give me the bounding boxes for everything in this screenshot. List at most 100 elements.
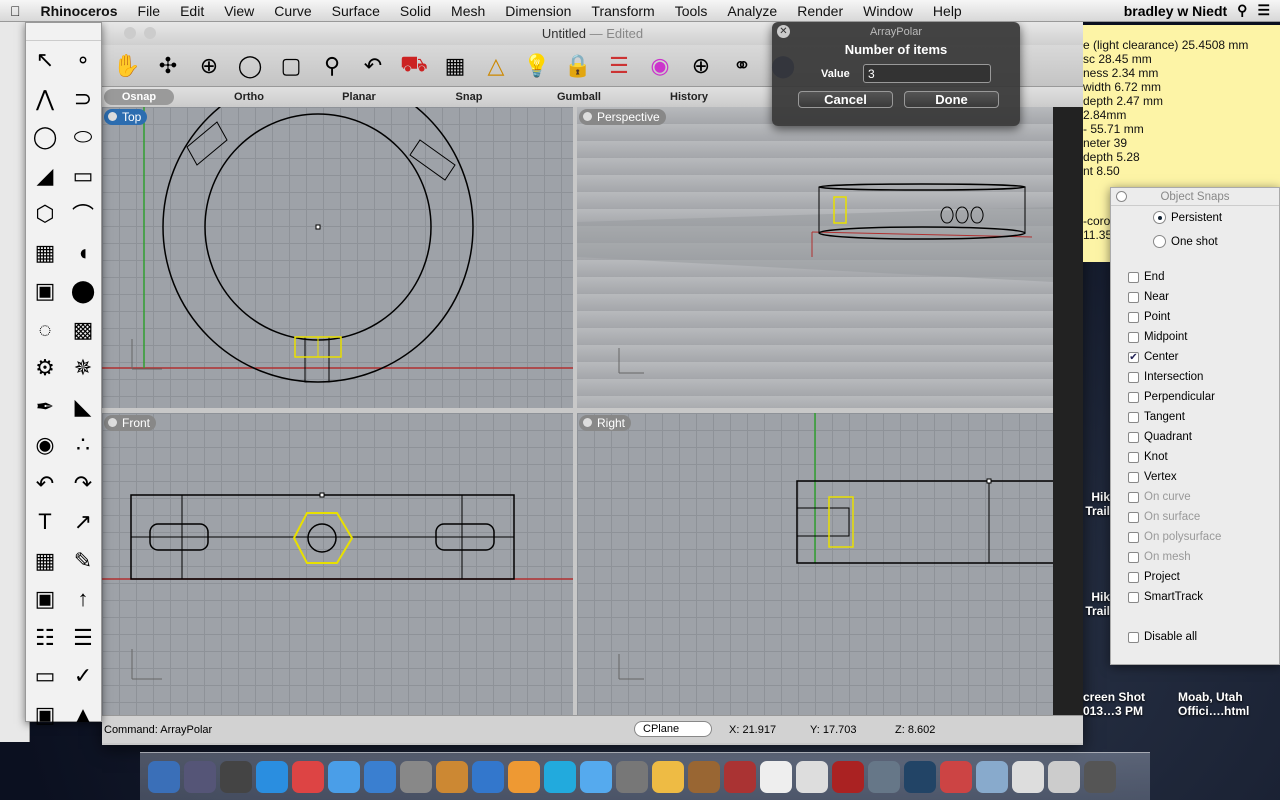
snap-vertex[interactable]: Vertex	[1128, 471, 1177, 483]
menu-transform[interactable]: Transform	[581, 3, 664, 19]
tab-snap[interactable]: Snap	[414, 89, 524, 105]
grid-array-icon[interactable]: ☷	[26, 625, 64, 651]
checkbox[interactable]	[1128, 631, 1139, 643]
checkbox[interactable]	[1128, 451, 1139, 463]
menu-edit[interactable]: Edit	[170, 3, 214, 19]
cube-shade-icon[interactable]: ▣	[26, 702, 64, 728]
snap-on-polysurface[interactable]: On polysurface	[1128, 531, 1221, 543]
dock-app-icon[interactable]	[148, 760, 180, 793]
extrude-icon[interactable]: ▣	[26, 586, 64, 612]
menu-app[interactable]: Rhinoceros	[31, 3, 128, 19]
done-button[interactable]: Done	[904, 91, 999, 108]
menu-render[interactable]: Render	[787, 3, 853, 19]
group-icon[interactable]: ∴	[64, 432, 102, 458]
checkbox[interactable]	[1128, 511, 1139, 523]
dock-app-icon[interactable]	[580, 760, 612, 793]
user-name[interactable]: bradley w Niedt	[1124, 3, 1227, 19]
snap-smarttrack[interactable]: SmartTrack	[1128, 591, 1203, 603]
trim-icon[interactable]: ✒	[26, 394, 64, 420]
dock-app-icon[interactable]	[220, 760, 252, 793]
analyze-icon[interactable]: ↑	[64, 586, 102, 612]
checkbox[interactable]	[1128, 531, 1139, 543]
menu-dimension[interactable]: Dimension	[495, 3, 581, 19]
layers-icon[interactable]: ☰	[602, 53, 636, 79]
check-icon[interactable]: ✓	[64, 663, 102, 689]
array-icon[interactable]: ▦	[26, 548, 64, 574]
snap-disable-all[interactable]: Disable all	[1128, 631, 1197, 643]
tab-history[interactable]: History	[634, 89, 744, 105]
tab-planar[interactable]: Planar	[304, 89, 414, 105]
command-line[interactable]: Command: ArrayPolar	[104, 724, 212, 736]
value-input[interactable]	[863, 64, 991, 83]
checkbox[interactable]	[1128, 371, 1139, 383]
zoom-button[interactable]	[144, 27, 156, 39]
snap-project[interactable]: Project	[1128, 571, 1180, 583]
minimize-button[interactable]	[124, 27, 136, 39]
dock-app-icon[interactable]	[328, 760, 360, 793]
lock-icon[interactable]: 🔒	[561, 53, 595, 79]
checkbox[interactable]	[1128, 551, 1139, 563]
list-icon[interactable]: ☰	[1257, 2, 1270, 19]
viewport-label-top[interactable]: Top	[104, 109, 148, 125]
rotate-view-icon[interactable]: ✣	[151, 53, 185, 79]
radio[interactable]	[1153, 211, 1166, 224]
menu-mesh[interactable]: Mesh	[441, 3, 495, 19]
menu-file[interactable]: File	[128, 3, 171, 19]
close-icon[interactable]: ✕	[777, 25, 790, 38]
fillet-edge-icon[interactable]: ↷	[64, 471, 102, 497]
snap-end[interactable]: End	[1128, 271, 1164, 283]
dock-app-icon[interactable]	[472, 760, 504, 793]
car-icon[interactable]: ⛟	[397, 51, 431, 80]
snap-tangent[interactable]: Tangent	[1128, 411, 1185, 423]
arc-icon[interactable]: ◢	[26, 163, 64, 189]
dock-app-icon[interactable]	[1048, 760, 1080, 793]
dock-app-icon[interactable]	[796, 760, 828, 793]
desktop-icon[interactable]: creen Shot 013…3 PM	[1083, 690, 1145, 718]
sphere-icon[interactable]: ⬤	[64, 278, 102, 304]
panel-close-button[interactable]	[1116, 191, 1127, 202]
menu-analyze[interactable]: Analyze	[717, 3, 787, 19]
checkbox[interactable]	[1128, 291, 1139, 303]
dock-app-icon[interactable]	[256, 760, 288, 793]
radio[interactable]	[1153, 235, 1166, 248]
polygon-icon[interactable]: ⬡	[26, 201, 64, 227]
polyline-icon[interactable]: ⋀	[26, 86, 64, 112]
cylinder-icon[interactable]: ◌	[26, 317, 64, 343]
snap-knot[interactable]: Knot	[1128, 451, 1168, 463]
spotlight-icon[interactable]: ⚲	[1237, 2, 1247, 19]
points-icon[interactable]: △	[479, 53, 513, 79]
snap-perpendicular[interactable]: Perpendicular	[1128, 391, 1215, 403]
dock-app-icon[interactable]	[904, 760, 936, 793]
mode-one-shot[interactable]: One shot	[1153, 235, 1218, 248]
wireframe-icon[interactable]: ⊕	[684, 53, 718, 79]
checkbox[interactable]	[1128, 411, 1139, 423]
zoom-window-icon[interactable]: ◯	[233, 53, 267, 79]
dock-app-icon[interactable]	[184, 760, 216, 793]
circle-icon[interactable]: ◯	[26, 124, 64, 150]
light-bulb-icon[interactable]: 💡	[520, 53, 554, 79]
puzzle-icon[interactable]: ⚙	[26, 355, 64, 381]
menu-curve[interactable]: Curve	[264, 3, 321, 19]
grid-icon[interactable]: ▦	[438, 53, 472, 79]
wedge-icon[interactable]: ▭	[26, 663, 64, 689]
boolean-icon[interactable]: ◉	[26, 432, 64, 458]
snap-quadrant[interactable]: Quadrant	[1128, 431, 1192, 443]
snap-on-surface[interactable]: On surface	[1128, 511, 1200, 523]
fillet-icon[interactable]: ⌒	[64, 198, 102, 230]
zoom-selected-icon[interactable]: ⚲	[315, 53, 349, 79]
viewport-perspective[interactable]: Perspective	[577, 107, 1053, 408]
checkbox[interactable]	[1128, 391, 1139, 403]
snap-center[interactable]: ✔ Center	[1128, 351, 1179, 363]
menu-surface[interactable]: Surface	[322, 3, 390, 19]
apple-icon[interactable]: 	[0, 3, 31, 19]
checkbox[interactable]	[1128, 491, 1139, 503]
dock-app-icon[interactable]	[832, 760, 864, 793]
viewport-label-front[interactable]: Front	[104, 415, 157, 431]
checkbox[interactable]	[1128, 331, 1139, 343]
layers-icon[interactable]: ☰	[64, 625, 102, 651]
zoom-icon[interactable]: ⊕	[192, 53, 226, 79]
point-icon[interactable]: ∘	[64, 47, 102, 73]
rectangle-icon[interactable]: ▭	[64, 163, 102, 189]
sphere-wire-icon[interactable]: ⚭	[725, 53, 759, 79]
viewport-front[interactable]: Front	[102, 413, 573, 715]
